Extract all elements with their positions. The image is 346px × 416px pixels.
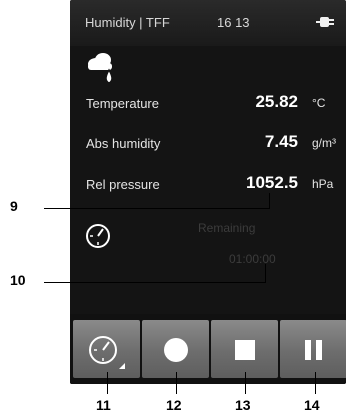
callout-line-10 — [44, 282, 266, 283]
timer-remaining-label: Remaining — [198, 221, 256, 235]
reading-unit: hPa — [312, 177, 334, 191]
reading-value: 7.45 — [264, 132, 298, 151]
timer-remaining-value: 01:00:00 — [229, 252, 276, 266]
callout-line-12 — [176, 372, 177, 394]
callout-14: 14 — [304, 397, 320, 413]
timer-settings-button[interactable] — [73, 320, 140, 378]
reading-label: Temperature — [86, 96, 159, 111]
status-title: Humidity | TFF — [85, 15, 170, 30]
reading-value: 25.82 — [255, 92, 298, 111]
record-icon — [164, 338, 188, 362]
callout-line-9-stem — [269, 193, 270, 209]
callout-line-14 — [315, 372, 316, 394]
reading-value: 1052.5 — [246, 173, 298, 192]
callout-line-11 — [107, 372, 108, 394]
power-plug-icon — [316, 17, 334, 27]
reading-abs-humidity: Abs humidity 7.45 g/m³ — [70, 132, 346, 154]
callout-13: 13 — [235, 397, 251, 413]
callout-line-10-stem — [265, 264, 266, 283]
device-screen: Humidity | TFF 16 13 Temperature 25.82 °… — [70, 0, 346, 384]
stopwatch-icon — [89, 336, 125, 369]
reading-temperature: Temperature 25.82 °C — [70, 92, 346, 114]
reading-rel-pressure: Rel pressure 1052.5 hPa — [70, 173, 346, 195]
callout-11: 11 — [96, 397, 111, 413]
reading-label: Rel pressure — [86, 177, 160, 192]
callout-12: 12 — [166, 397, 182, 413]
status-clock: 16 13 — [217, 15, 250, 30]
stop-button[interactable] — [211, 320, 278, 378]
reading-unit: °C — [312, 96, 326, 110]
status-bar: Humidity | TFF 16 13 — [70, 0, 346, 46]
reading-label: Abs humidity — [86, 136, 161, 151]
stopwatch-icon — [86, 224, 110, 248]
callout-line-13 — [245, 372, 246, 394]
reading-unit: g/m³ — [312, 136, 336, 150]
pause-icon — [305, 340, 322, 360]
bottom-toolbar — [70, 314, 346, 384]
pause-button[interactable] — [280, 320, 346, 378]
record-button[interactable] — [142, 320, 209, 378]
callout-10: 10 — [10, 272, 26, 288]
callout-9: 9 — [10, 198, 18, 214]
cloud-rain-icon — [88, 53, 113, 84]
stop-icon — [235, 340, 255, 360]
callout-line-9 — [44, 208, 270, 209]
